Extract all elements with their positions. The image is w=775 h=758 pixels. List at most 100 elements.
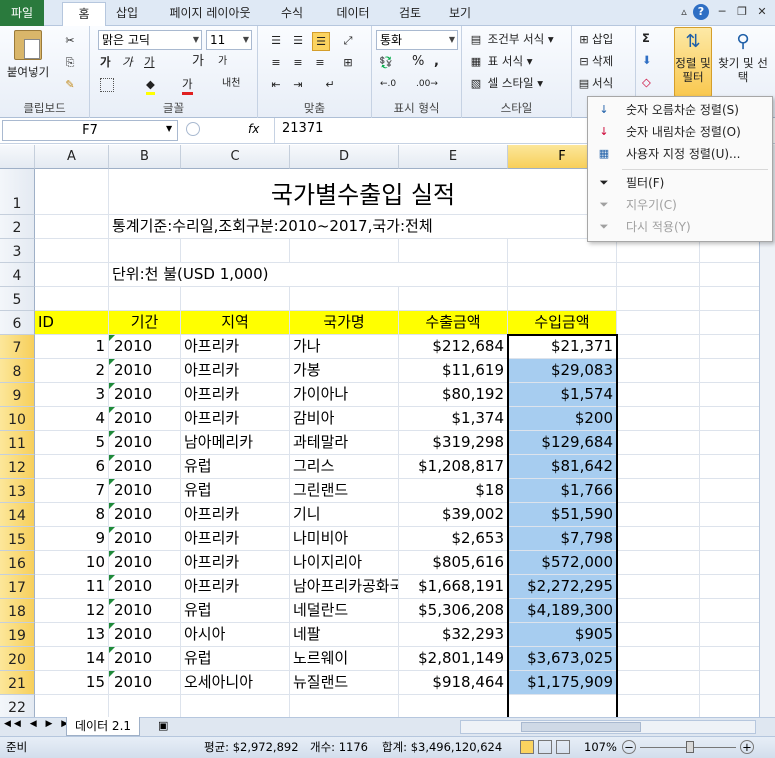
row-header-10[interactable]: 10	[0, 407, 35, 431]
cell-id[interactable]: 11	[35, 575, 109, 599]
cell-import[interactable]: $81,642	[508, 455, 617, 479]
grid-cell[interactable]	[508, 239, 617, 263]
cell-period[interactable]: 2010	[109, 527, 181, 551]
zoom-slider-thumb[interactable]	[686, 741, 694, 753]
grid-cell[interactable]	[109, 239, 181, 263]
row-header-20[interactable]: 20	[0, 647, 35, 671]
row-header-8[interactable]: 8	[0, 359, 35, 383]
grid-cell[interactable]	[35, 169, 109, 215]
fill-icon[interactable]: ⬇	[642, 52, 652, 68]
cell-region[interactable]: 아프리카	[181, 551, 290, 575]
restore-icon[interactable]: ❐	[734, 4, 750, 20]
menu-item-sort-ascending[interactable]: ↓ 숫자 오름차순 정렬(S)	[588, 99, 772, 121]
cell-styles-button[interactable]: ▧ 셀 스타일 ▾	[468, 75, 543, 92]
grid-cell[interactable]	[290, 239, 399, 263]
cell-id[interactable]: 4	[35, 407, 109, 431]
grid-cell[interactable]	[35, 695, 109, 717]
tab-data[interactable]: 데이터	[328, 2, 378, 26]
align-top-icon[interactable]: ☰	[268, 32, 284, 49]
cell-country[interactable]: 기니	[290, 503, 399, 527]
format-as-table-button[interactable]: ▦ 표 서식 ▾	[468, 53, 533, 70]
cell-import[interactable]: $29,083	[508, 359, 617, 383]
cell-export[interactable]: $1,668,191	[399, 575, 508, 599]
cell-period[interactable]: 2010	[109, 383, 181, 407]
phonetic-button[interactable]: 내천	[222, 76, 240, 92]
cell-export[interactable]: $18	[399, 479, 508, 503]
row-header-4[interactable]: 4	[0, 263, 35, 287]
cell-period[interactable]: 2010	[109, 575, 181, 599]
comma-button[interactable]: ,	[434, 54, 439, 70]
cell-export[interactable]: $11,619	[399, 359, 508, 383]
menu-item-filter[interactable]: ⏷ 필터(F)	[588, 172, 772, 194]
cell-export[interactable]: $32,293	[399, 623, 508, 647]
cell-id[interactable]: 9	[35, 527, 109, 551]
column-header-e[interactable]: E	[399, 145, 508, 169]
cell-import[interactable]: $2,272,295	[508, 575, 617, 599]
find-select-button[interactable]: ⚲ 찾기 및 선택	[718, 28, 768, 84]
cell-id[interactable]: 7	[35, 479, 109, 503]
grid-cell[interactable]	[399, 263, 508, 287]
cell-country[interactable]: 그리스	[290, 455, 399, 479]
cell-import[interactable]: $200	[508, 407, 617, 431]
format-cells-button[interactable]: ▤ 서식	[576, 75, 613, 92]
cell-id[interactable]: 6	[35, 455, 109, 479]
ribbon-collapse-icon[interactable]: ▵	[676, 4, 692, 20]
cell-country[interactable]: 가나	[290, 335, 399, 359]
copy-icon[interactable]: ⎘	[62, 54, 78, 71]
clear-icon[interactable]: ◇	[642, 74, 651, 90]
row-header-9[interactable]: 9	[0, 383, 35, 407]
decrease-indent-icon[interactable]: ⇤	[268, 76, 284, 93]
cell-import[interactable]: $7,798	[508, 527, 617, 551]
cell-region[interactable]: 아프리카	[181, 407, 290, 431]
autosum-button[interactable]: Σ	[642, 30, 650, 46]
grid-cell[interactable]	[508, 695, 617, 717]
tab-formulas[interactable]: 수식	[272, 2, 312, 26]
conditional-format-button[interactable]: ▤ 조건부 서식 ▾	[468, 31, 554, 48]
cell-import[interactable]: $1,175,909	[508, 671, 617, 695]
cell-import[interactable]: $1,766	[508, 479, 617, 503]
grid-cell[interactable]	[181, 695, 290, 717]
bold-button[interactable]: 가	[100, 54, 111, 70]
row-header-17[interactable]: 17	[0, 575, 35, 599]
cell-export[interactable]: $918,464	[399, 671, 508, 695]
cell-id[interactable]: 15	[35, 671, 109, 695]
cell-id[interactable]: 12	[35, 599, 109, 623]
paste-button[interactable]: 붙여넣기	[6, 30, 50, 80]
cell-period[interactable]: 2010	[109, 647, 181, 671]
grid-cell[interactable]	[399, 695, 508, 717]
grid-cell[interactable]	[617, 263, 700, 287]
cell-period[interactable]: 2010	[109, 335, 181, 359]
select-all-corner[interactable]	[0, 145, 35, 169]
row-header-7[interactable]: 7	[0, 335, 35, 359]
page-break-view-icon[interactable]	[556, 740, 570, 754]
grid-cell[interactable]	[617, 503, 700, 527]
cell-period[interactable]: 2010	[109, 479, 181, 503]
grid-cell[interactable]	[617, 455, 700, 479]
grid-cell[interactable]	[617, 383, 700, 407]
name-box[interactable]: F7	[2, 120, 178, 141]
delete-cells-button[interactable]: ⊟ 삭제	[576, 53, 613, 70]
number-format-select[interactable]: 통화 ▼	[376, 30, 458, 50]
merge-center-icon[interactable]: ⊞	[340, 54, 356, 71]
currency-icon[interactable]: 💱	[378, 54, 394, 71]
cell-export[interactable]: $805,616	[399, 551, 508, 575]
cell-export[interactable]: $80,192	[399, 383, 508, 407]
grid-cell[interactable]	[617, 335, 700, 359]
cut-icon[interactable]: ✂	[62, 32, 78, 49]
menu-item-custom-sort[interactable]: ▦ 사용자 지정 정렬(U)...	[588, 143, 772, 165]
cell-region[interactable]: 아프리카	[181, 503, 290, 527]
cell-region[interactable]: 아프리카	[181, 527, 290, 551]
align-right-icon[interactable]: ≡	[312, 54, 328, 71]
row-header-14[interactable]: 14	[0, 503, 35, 527]
grid-cell[interactable]	[617, 671, 700, 695]
tab-view[interactable]: 보기	[442, 2, 478, 26]
row-header-18[interactable]: 18	[0, 599, 35, 623]
underline-button[interactable]: 가	[144, 54, 155, 70]
sheet-tab-active[interactable]: 데이터 2.1	[66, 717, 141, 736]
grid-cell[interactable]	[617, 431, 700, 455]
grid-cell[interactable]	[109, 695, 181, 717]
cell-export[interactable]: $5,306,208	[399, 599, 508, 623]
grid-cell[interactable]	[617, 527, 700, 551]
percent-button[interactable]: %	[412, 54, 424, 70]
cell-export[interactable]: $212,684	[399, 335, 508, 359]
